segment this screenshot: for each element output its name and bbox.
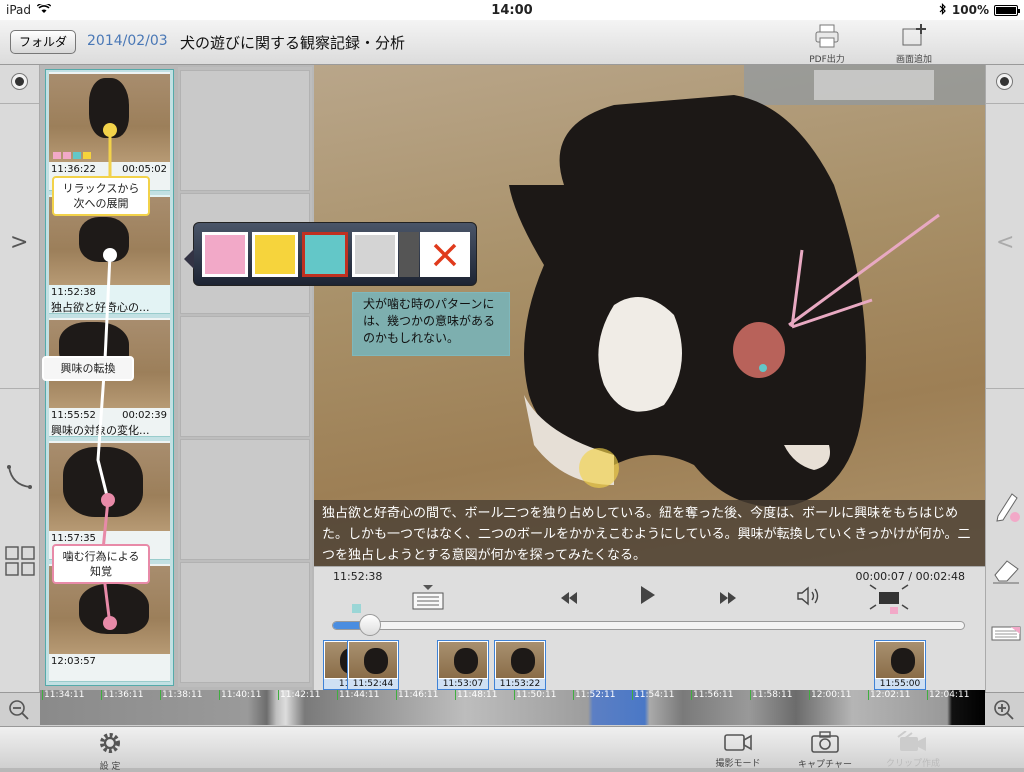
close-icon — [433, 243, 457, 266]
empty-grid-column — [178, 67, 312, 687]
timeline-track[interactable]: 11:34:11 11:36:11 11:38:11 11:40:11 11:42:11… — [40, 690, 985, 725]
color-picker-popup — [184, 222, 477, 286]
gear-icon — [100, 733, 120, 753]
add-screen-button[interactable]: 画面追加 — [891, 23, 937, 65]
battery-percent: 100% — [951, 3, 989, 17]
timeline-tick-label: 11:56:11 — [691, 690, 734, 700]
grid-layout-icon[interactable] — [4, 545, 36, 581]
folder-button[interactable]: フォルダ — [10, 30, 77, 54]
timeline-tick-label: 12:02:11 — [868, 690, 911, 700]
clip-marker-label: 11:55:00 — [875, 679, 925, 689]
status-time: 14:00 — [491, 2, 533, 18]
page-title: 犬の遊びに関する観察記録・分析 — [180, 34, 406, 52]
left-toolbar: > — [0, 65, 40, 692]
header-bar: フォルダ 2014/02/03 犬の遊びに関する観察記録・分析 PDF出力 画面… — [0, 20, 1024, 65]
bottom-toolbar: 設 定 撮影モード キャプチャー クリップ作成 — [0, 726, 1024, 772]
color-swatch-yellow[interactable] — [252, 232, 298, 277]
add-screen-label: 画面追加 — [895, 55, 932, 65]
clip-marker[interactable]: 11:52:44 — [347, 640, 399, 690]
add-screen-icon — [902, 24, 926, 46]
clip-marker[interactable]: 11:55:00 — [874, 640, 926, 690]
printer-icon — [815, 24, 839, 48]
fast-forward-icon[interactable] — [720, 589, 736, 608]
battery-icon — [994, 4, 1020, 16]
video-camera-icon — [724, 734, 752, 751]
delete-annotation-button[interactable] — [420, 232, 470, 277]
timeline-tick-label: 11:34:11 — [42, 690, 85, 700]
fullscreen-icon[interactable] — [868, 583, 910, 619]
clip-camera-icon — [897, 730, 926, 751]
color-swatch-pink[interactable] — [202, 232, 248, 277]
play-icon[interactable] — [640, 586, 656, 608]
timeline-tick-label: 11:36:11 — [101, 690, 144, 700]
status-bar: iPad 14:00 100% — [0, 0, 1024, 20]
zoom-out-icon[interactable] — [8, 699, 30, 725]
timeline-tick-label: 11:48:11 — [455, 690, 498, 700]
record-toggle-icon[interactable] — [11, 73, 28, 90]
timeline-tick-label: 11:38:11 — [160, 690, 203, 700]
record-date: 2014/02/03 — [87, 33, 168, 49]
record-toggle-icon[interactable] — [996, 73, 1013, 90]
clip-start-time: 12:03:57 — [51, 656, 96, 667]
annotation-label-interest[interactable]: 興味の転換 — [42, 356, 134, 381]
pen-tool-icon[interactable] — [992, 490, 1022, 528]
clip-make-button[interactable]: クリップ作成 — [882, 730, 944, 769]
settings-label: 設 定 — [99, 762, 121, 772]
pdf-export-button[interactable]: PDF出力 — [805, 23, 849, 65]
annotation-label-bite[interactable]: 噛む行為による知覚 — [52, 544, 150, 584]
zoom-in-icon[interactable] — [993, 699, 1015, 725]
clip-marker-label: 11:53:07 — [438, 679, 488, 689]
wifi-icon — [36, 2, 52, 17]
annotation-label-relax[interactable]: リラックスから次への展開 — [52, 176, 150, 216]
scrubber-handle[interactable] — [358, 614, 381, 636]
playback-position: 00:00:07 / 00:02:48 — [855, 570, 965, 583]
marker-teal — [352, 604, 361, 613]
capture-label: キャプチャー — [798, 760, 852, 770]
color-swatch-gray[interactable] — [352, 232, 398, 277]
rewind-icon[interactable] — [561, 589, 577, 608]
caption-toggle-icon[interactable] — [412, 585, 444, 615]
keyboard-icon[interactable] — [991, 625, 1021, 647]
video-note-box[interactable]: 犬が噛む時のパターンには、幾つかの意味があるのかもしれない。 — [352, 292, 510, 356]
shooting-mode-button[interactable]: 撮影モード — [712, 731, 764, 769]
clip-make-label: クリップ作成 — [885, 759, 940, 769]
right-toolbar: < — [985, 65, 1024, 692]
color-swatch-teal[interactable] — [302, 232, 348, 277]
timeline-tick-label: 11:46:11 — [396, 690, 439, 700]
clip-marker-label: 11:53:22 — [495, 679, 545, 689]
timeline-tick-label: 11:40:11 — [219, 690, 262, 700]
timeline-tick-label: 11:42:11 — [278, 690, 321, 700]
timeline-tick-label: 11:52:11 — [573, 690, 616, 700]
capture-button[interactable]: キャプチャー — [796, 730, 854, 770]
current-clock: 11:52:38 — [333, 570, 383, 583]
device-name: iPad — [6, 3, 32, 17]
volume-icon[interactable] — [796, 586, 822, 610]
clip-marker-label: 11:52:44 — [348, 679, 398, 689]
chevron-left-icon[interactable]: < — [996, 230, 1014, 255]
pdf-export-label: PDF出力 — [809, 55, 845, 65]
bluetooth-icon — [939, 2, 947, 18]
timeline-tick-label: 12:04:11 — [927, 690, 970, 700]
timeline-tick-label: 11:50:11 — [514, 690, 557, 700]
eraser-icon[interactable] — [991, 557, 1021, 589]
timeline-tick-label: 12:00:11 — [809, 690, 852, 700]
clip-marker[interactable]: 11:53:22 — [494, 640, 546, 690]
playback-scrubber[interactable] — [332, 621, 965, 630]
chevron-right-icon[interactable]: > — [10, 230, 28, 255]
settings-button[interactable]: 設 定 — [90, 730, 130, 772]
curve-tool-icon[interactable] — [6, 463, 34, 495]
clip-caption-text[interactable]: 独占欲と好奇心の間で、ボール二つを独り占めしている。紐を奪った後、今度は、ボール… — [314, 500, 985, 566]
shooting-mode-label: 撮影モード — [715, 759, 761, 769]
camera-icon — [811, 731, 839, 753]
timeline-tick-label: 11:58:11 — [750, 690, 793, 700]
clip-marker[interactable]: 11:53:07 — [437, 640, 489, 690]
timeline-tick-label: 11:44:11 — [337, 690, 380, 700]
timeline-tick-label: 11:54:11 — [632, 690, 675, 700]
